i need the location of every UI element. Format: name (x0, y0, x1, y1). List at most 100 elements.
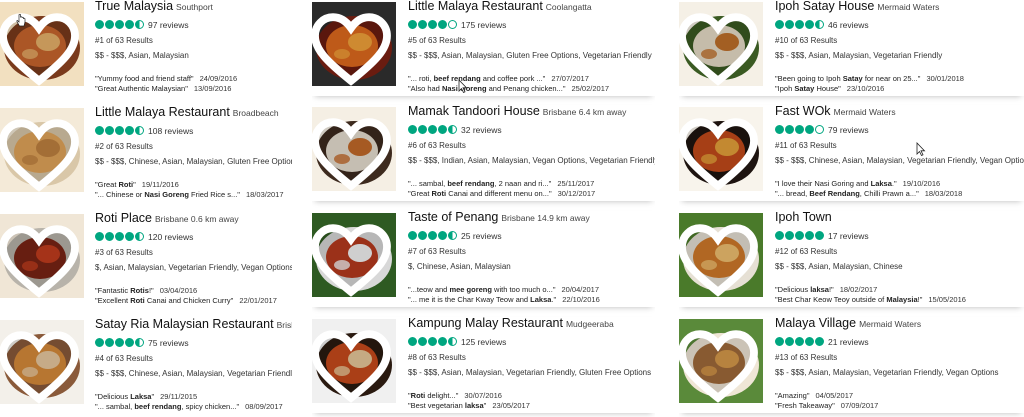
restaurant-photo[interactable] (679, 2, 763, 86)
review-snippet[interactable]: "... Chinese or Nasi Goreng Fried Rice s… (95, 190, 292, 200)
review-snippet[interactable]: "Great Roti" 19/11/2016 (95, 180, 292, 190)
review-snippet[interactable]: "Great Authentic Malaysian" 13/09/2016 (95, 84, 292, 94)
results-column-1: True Malaysia Southport 97 reviews #1 of 63… (0, 0, 292, 417)
review-count-link[interactable]: 120 reviews (148, 232, 193, 242)
restaurant-card[interactable]: Taste of Penang Brisbane 14.9 km away 25 r… (312, 211, 655, 307)
review-snippet[interactable]: "... bread, Beef Rendang, Chilli Prawn a… (775, 189, 1024, 199)
review-snippet[interactable]: "Delicious Laksa" 29/11/2015 (95, 392, 292, 402)
heart-outline-icon[interactable] (312, 324, 393, 403)
restaurant-photo[interactable] (312, 2, 396, 86)
restaurant-photo[interactable] (679, 213, 763, 297)
review-count-link[interactable]: 32 reviews (461, 125, 502, 135)
heart-outline-icon[interactable] (0, 219, 81, 298)
rating-bubble-icon (418, 231, 427, 240)
review-snippet[interactable]: "Best Char Keow Teoy outside of Malaysia… (775, 295, 1024, 305)
rating-bubble-icon (418, 20, 427, 29)
restaurant-card[interactable]: Kampung Malay Restaurant Mudgeeraba 125 re… (312, 317, 655, 413)
restaurant-photo[interactable] (312, 213, 396, 297)
review-snippet[interactable]: "Great Roti Canai and different menu on.… (408, 189, 655, 199)
restaurant-card[interactable]: Satay Ria Malaysian RestaurantBrisbane 7… (0, 318, 292, 414)
review-snippet[interactable]: "Excellent Roti Canai and Chicken Curry"… (95, 296, 292, 306)
review-snippet[interactable]: "Yummy food and friend staff" 24/09/2016 (95, 74, 292, 84)
heart-outline-icon[interactable] (679, 324, 760, 403)
rating-bubble-icon (438, 231, 447, 240)
restaurant-photo[interactable] (0, 2, 84, 86)
restaurant-name[interactable]: Ipoh Town (775, 211, 832, 224)
restaurant-photo[interactable] (679, 319, 763, 403)
heart-outline-icon[interactable] (312, 7, 393, 86)
heart-outline-icon[interactable] (679, 218, 760, 297)
restaurant-card[interactable]: Fast WOk Mermaid Waters 79 reviews #11 of 6… (679, 105, 1024, 201)
review-count-link[interactable]: 79 reviews (828, 125, 869, 135)
review-snippet[interactable]: "Also had Nasi Goreng and Penang chicken… (408, 84, 655, 94)
restaurant-name[interactable]: Little Malaya Restaurant (408, 0, 543, 13)
review-count-link[interactable]: 175 reviews (461, 20, 506, 30)
snippet-text: "Best Char Keow Teoy outside of (775, 295, 887, 304)
restaurant-name[interactable]: Malaya Village (775, 317, 856, 330)
review-count-link[interactable]: 75 reviews (148, 338, 189, 348)
review-count-link[interactable]: 97 reviews (148, 20, 189, 30)
cuisine-tags: $, Chinese, Asian, Malaysian (408, 262, 511, 271)
heart-outline-icon[interactable] (679, 7, 760, 86)
review-snippet[interactable]: "...teow and mee goreng with too much o.… (408, 285, 655, 295)
restaurant-name[interactable]: Ipoh Satay House (775, 0, 874, 13)
restaurant-card[interactable]: Little Malaya Restaurant Broadbeach 108 re… (0, 106, 292, 202)
restaurant-card[interactable]: Little Malaya Restaurant Coolangatta 175 r… (312, 0, 655, 96)
review-count-link[interactable]: 125 reviews (461, 337, 506, 347)
restaurant-card[interactable]: Ipoh Town 17 reviews #12 of 63 Results $$ -… (679, 211, 1024, 307)
heart-outline-icon[interactable] (0, 325, 81, 404)
review-snippet[interactable]: "... sambal, beef rendang, spicy chicken… (95, 402, 292, 412)
review-snippet[interactable]: "... roti, beef rendang and coffee pork … (408, 74, 655, 84)
restaurant-name[interactable]: Taste of Penang (408, 211, 498, 224)
restaurant-photo[interactable] (312, 319, 396, 403)
snippet-date: 18/03/2018 (924, 189, 963, 198)
restaurant-photo[interactable] (312, 107, 396, 191)
snippet-date: 03/04/2016 (159, 286, 198, 295)
snippet-text: ." (891, 179, 897, 188)
restaurant-name[interactable]: Little Malaya Restaurant (95, 106, 230, 119)
restaurant-card[interactable]: True Malaysia Southport 97 reviews #1 of 63… (0, 0, 292, 96)
review-count-link[interactable]: 25 reviews (461, 231, 502, 241)
review-count-link[interactable]: 17 reviews (828, 231, 869, 241)
review-count-link[interactable]: 108 reviews (148, 126, 193, 136)
restaurant-photo[interactable] (0, 108, 84, 192)
review-snippet[interactable]: "Delicious laksa!" 18/02/2017 (775, 285, 1024, 295)
restaurant-photo[interactable] (679, 107, 763, 191)
snippet-text: "... me it is the Char Kway Teow and (408, 295, 531, 304)
review-count-link[interactable]: 46 reviews (828, 20, 869, 30)
highlight-keyword: Rotis (130, 286, 149, 295)
heart-outline-icon[interactable] (0, 7, 81, 86)
heart-outline-icon[interactable] (679, 112, 760, 191)
title-line: True Malaysia Southport (95, 0, 292, 14)
heart-outline-icon[interactable] (312, 218, 393, 297)
restaurant-name[interactable]: Fast WOk (775, 105, 831, 118)
restaurant-photo[interactable] (0, 320, 84, 404)
restaurant-name[interactable]: Kampung Malay Restaurant (408, 317, 563, 330)
heart-outline-icon[interactable] (312, 112, 393, 191)
restaurant-card[interactable]: Ipoh Satay House Mermaid Waters 46 reviews… (679, 0, 1024, 96)
review-snippet[interactable]: "Amazing" 04/05/2017 (775, 391, 1024, 401)
restaurant-info: Fast WOk Mermaid Waters 79 reviews #11 of 6… (775, 105, 1024, 199)
restaurant-name[interactable]: Roti Place (95, 212, 152, 225)
review-snippet[interactable]: "Fresh Takeaway" 07/09/2017 (775, 401, 1024, 411)
review-snippet[interactable]: "Been going to Ipoh Satay for near on 25… (775, 74, 1024, 84)
review-snippet[interactable]: "Fantastic Rotis!" 03/04/2016 (95, 286, 292, 296)
rating-bubble-icon (448, 20, 457, 29)
review-snippet[interactable]: "... me it is the Char Kway Teow and Lak… (408, 295, 655, 305)
review-snippet[interactable]: "Ipoh Satay House" 23/10/2016 (775, 84, 1024, 94)
review-snippet[interactable]: "... sambal, beef rendang, 2 naan and ri… (408, 179, 655, 189)
restaurant-photo[interactable] (0, 214, 84, 298)
review-count-link[interactable]: 21 reviews (828, 337, 869, 347)
heart-outline-icon[interactable] (0, 113, 81, 192)
restaurant-card[interactable]: Roti Place Brisbane 0.6 km away 120 review… (0, 212, 292, 308)
ranking: #8 of 63 Results (408, 353, 466, 362)
restaurant-card[interactable]: Malaya Village Mermaid Waters 21 reviews #1… (679, 317, 1024, 413)
review-snippet[interactable]: "Roti delight..." 30/07/2016 (408, 391, 655, 401)
review-snippet[interactable]: "I love their Nasi Goring and Laksa." 19/… (775, 179, 1024, 189)
restaurant-name[interactable]: True Malaysia (95, 0, 173, 13)
restaurant-info: Kampung Malay Restaurant Mudgeeraba 125 re… (408, 317, 655, 411)
restaurant-card[interactable]: Mamak Tandoori House Brisbane 6.4 km away… (312, 105, 655, 201)
restaurant-name[interactable]: Mamak Tandoori House (408, 105, 540, 118)
restaurant-name[interactable]: Satay Ria Malaysian Restaurant (95, 318, 274, 331)
review-snippet[interactable]: "Best vegetarian laksa" 23/05/2017 (408, 401, 655, 411)
